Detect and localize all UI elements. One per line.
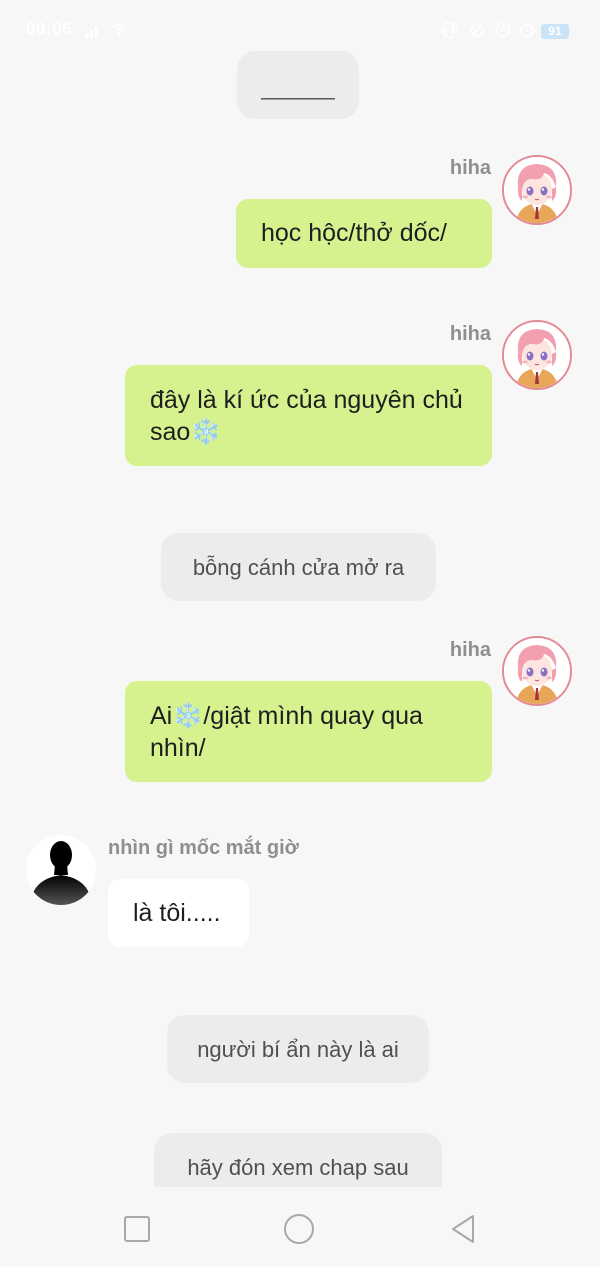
sender-name: hiha [449, 639, 491, 661]
my-avatar[interactable] [502, 636, 572, 706]
silhouette-avatar-icon [26, 835, 96, 905]
anime-avatar-icon [504, 322, 570, 388]
recent-apps-icon[interactable] [121, 1213, 153, 1245]
my-message-bubble[interactable]: Ai❄️/giật mình quay qua nhìn/ [125, 681, 492, 782]
anime-avatar-icon [504, 638, 570, 704]
system-message: bỗng cánh cửa mở ra [161, 533, 436, 601]
anime-avatar-icon [504, 157, 570, 223]
my-avatar[interactable] [502, 155, 572, 225]
sender-name: nhìn gì mốc mắt giờ [108, 837, 299, 859]
back-icon[interactable] [447, 1213, 479, 1245]
system-message: ______ [237, 51, 359, 119]
sender-name: hiha [449, 157, 491, 179]
navigation-bar [0, 1187, 600, 1267]
my-message-bubble[interactable]: học hộc/thở dốc/ [236, 199, 492, 268]
contact-message-bubble[interactable]: là tôi..... [108, 879, 249, 947]
system-message: hãy đón xem chap sau [154, 1133, 442, 1187]
sender-name: hiha [449, 323, 491, 345]
chat-area[interactable]: ______ hiha học hộc/thở dốc/ hiha đây là… [0, 0, 600, 1187]
home-icon[interactable] [283, 1213, 315, 1245]
system-message: người bí ẩn này là ai [167, 1015, 429, 1083]
contact-avatar[interactable] [26, 835, 96, 905]
my-message-bubble[interactable]: đây là kí ức của nguyên chủ sao❄️ [125, 365, 492, 466]
my-avatar[interactable] [502, 320, 572, 390]
